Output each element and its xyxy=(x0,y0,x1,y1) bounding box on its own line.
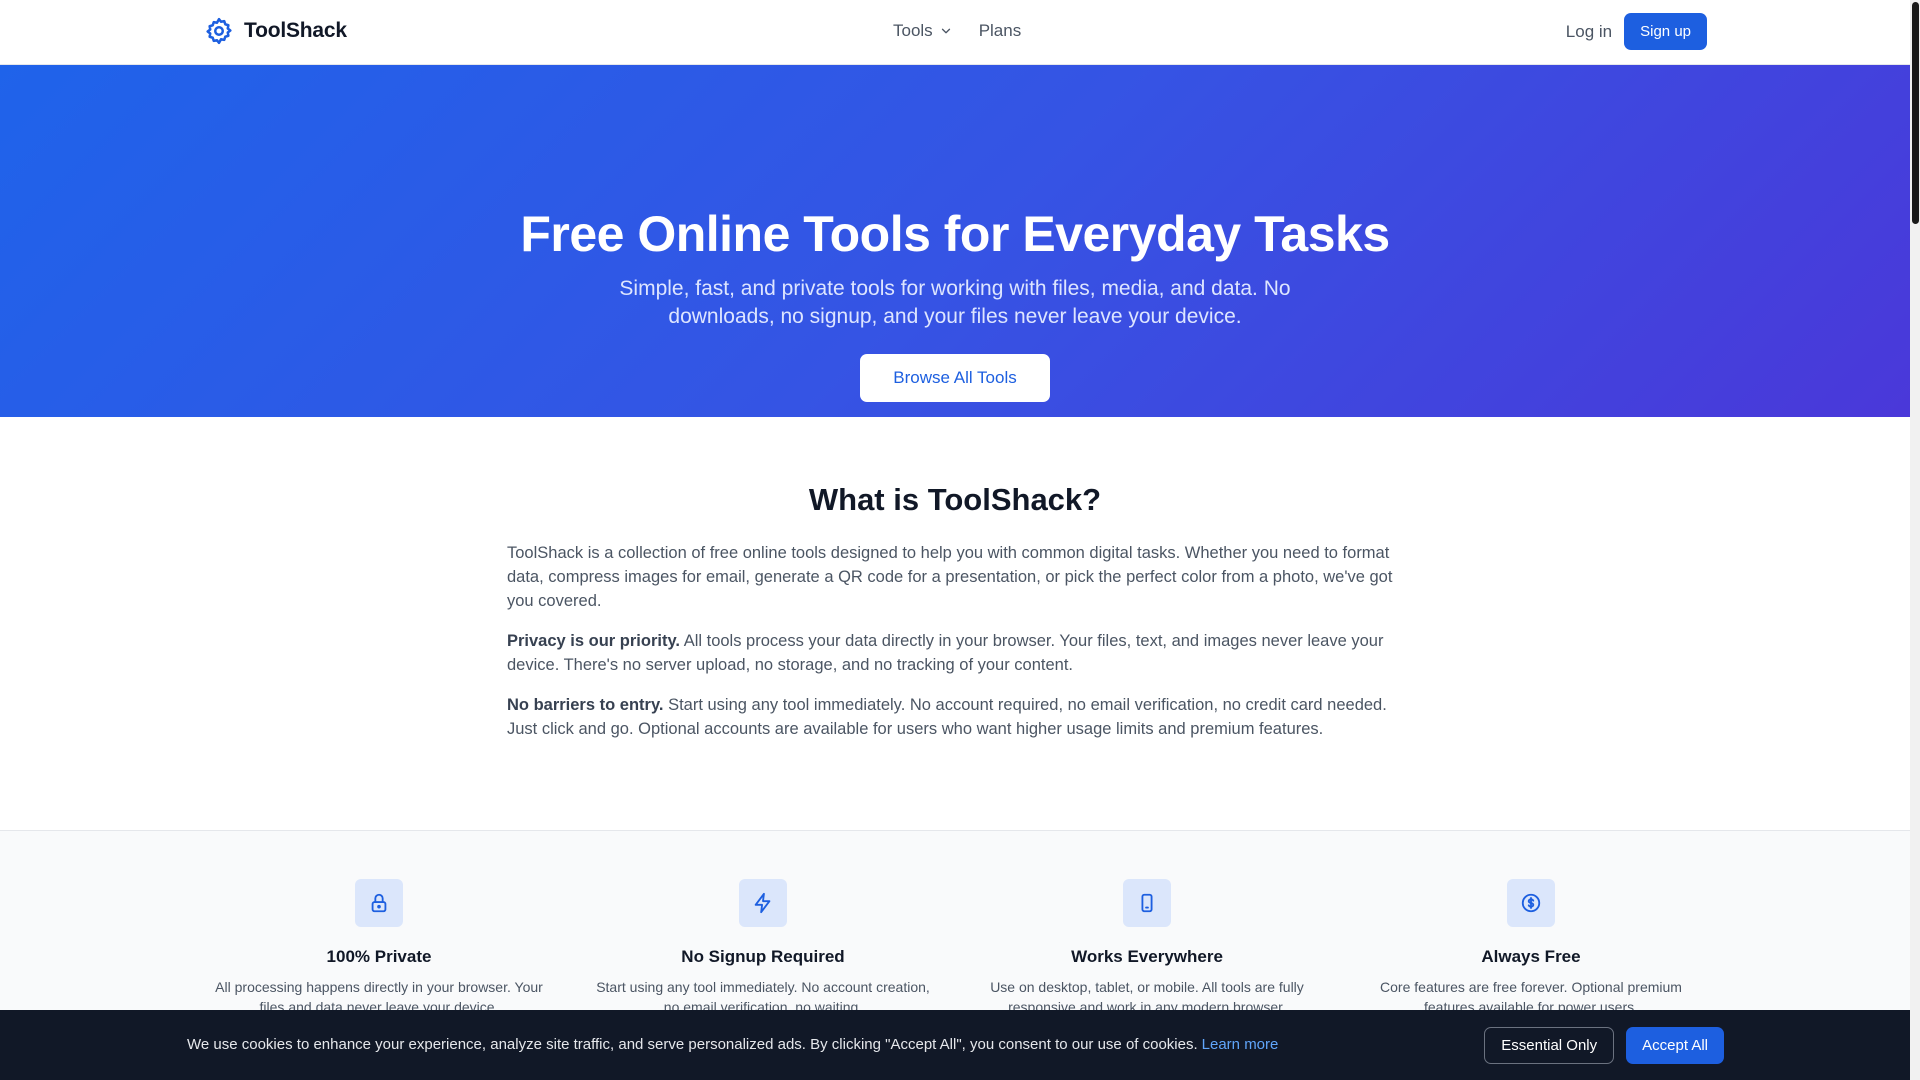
scrollbar-thumb[interactable] xyxy=(1912,2,1919,224)
feature-title: 100% Private xyxy=(326,947,432,966)
feature-icon-box xyxy=(1507,879,1555,927)
brand-logo-link[interactable]: ToolShack xyxy=(204,16,347,46)
chevron-down-icon xyxy=(941,28,950,34)
about-paragraph: No barriers to entry. Start using any to… xyxy=(507,693,1405,741)
lock-icon xyxy=(371,893,387,913)
lightning-icon xyxy=(754,892,771,914)
dollar-icon xyxy=(1521,893,1541,913)
about-paragraph-text: ToolShack is a collection of free online… xyxy=(507,544,1393,610)
nav-plans-label: Plans xyxy=(978,21,1022,40)
nav-tools-label: Tools xyxy=(893,21,933,40)
feature-card-no-signup: No Signup Required Start using any tool … xyxy=(583,879,943,1017)
accept-all-button[interactable]: Accept All xyxy=(1626,1027,1724,1064)
nav-plans-link[interactable]: Plans xyxy=(979,21,1022,41)
site-header: ToolShack Tools Plans Log in Sign up xyxy=(0,0,1910,65)
about-paragraph-lead: No barriers to entry. xyxy=(507,696,664,714)
about-paragraph: Privacy is our priority. All tools proce… xyxy=(507,629,1405,677)
page: ToolShack Tools Plans Log in Sign up Fre… xyxy=(0,0,1910,1080)
feature-title: Works Everywhere xyxy=(1071,947,1223,966)
browse-all-tools-button[interactable]: Browse All Tools xyxy=(860,354,1050,402)
hero-subtitle: Simple, fast, and private tools for work… xyxy=(619,277,1291,328)
about-paragraph: ToolShack is a collection of free online… xyxy=(507,541,1405,613)
feature-card-works-everywhere: Works Everywhere Use on desktop, tablet,… xyxy=(967,879,1327,1017)
essential-only-button[interactable]: Essential Only xyxy=(1484,1027,1615,1064)
gear-icon xyxy=(206,17,232,45)
feature-icon-box xyxy=(1123,879,1171,927)
about-body: ToolShack is a collection of free online… xyxy=(507,541,1405,757)
feature-card-always-free: Always Free Core features are free forev… xyxy=(1351,879,1711,1017)
feature-title: Always Free xyxy=(1481,947,1581,966)
login-link[interactable]: Log in xyxy=(1566,22,1612,42)
hero-section: Free Online Tools for Everyday Tasks Sim… xyxy=(0,65,1910,417)
cookie-message: We use cookies to enhance your experienc… xyxy=(187,1036,1278,1053)
phone-icon xyxy=(1141,893,1153,913)
cookie-actions: Essential Only Accept All xyxy=(1484,1027,1724,1064)
brand-name: ToolShack xyxy=(244,19,347,42)
main-nav: Tools Plans xyxy=(893,21,1021,41)
learn-more-link[interactable]: Learn more xyxy=(1202,1036,1279,1053)
feature-card-private: 100% Private All processing happens dire… xyxy=(199,879,559,1017)
feature-icon-box xyxy=(739,879,787,927)
hero-title: Free Online Tools for Everyday Tasks xyxy=(520,206,1390,262)
about-title: What is ToolShack? xyxy=(808,482,1102,517)
about-paragraph-lead: Privacy is our priority. xyxy=(507,632,681,650)
nav-tools-dropdown[interactable]: Tools xyxy=(893,21,953,41)
signup-button[interactable]: Sign up xyxy=(1624,13,1707,50)
cookie-text: We use cookies to enhance your experienc… xyxy=(187,1036,1198,1053)
feature-icon-box xyxy=(355,879,403,927)
page-scrollbar[interactable] xyxy=(1910,0,1920,1080)
feature-title: No Signup Required xyxy=(681,947,845,966)
about-section: What is ToolShack? ToolShack is a collec… xyxy=(0,417,1910,830)
auth-actions: Log in Sign up xyxy=(1566,13,1707,50)
cookie-banner: We use cookies to enhance your experienc… xyxy=(0,1010,1910,1080)
